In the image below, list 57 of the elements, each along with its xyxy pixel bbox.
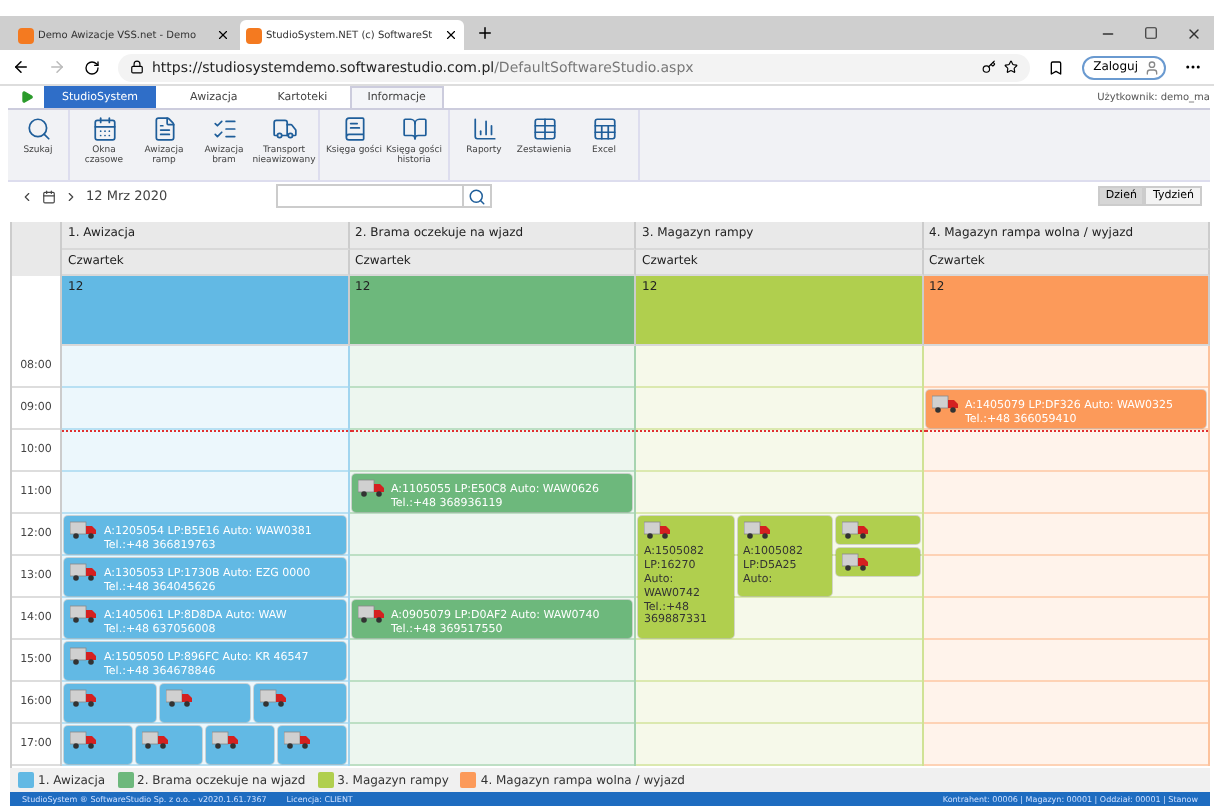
truck-icon — [931, 394, 959, 414]
book-icon — [341, 116, 367, 142]
favorites-icon[interactable] — [1047, 59, 1064, 75]
search-icon — [25, 116, 51, 142]
truck-icon — [165, 688, 193, 708]
appointment-card[interactable] — [254, 684, 345, 722]
appointment-card[interactable] — [206, 726, 274, 764]
truck-icon — [842, 520, 870, 540]
appointment-card[interactable] — [64, 726, 132, 764]
avatar-icon — [1144, 59, 1160, 75]
bar-chart-icon — [471, 116, 497, 142]
close-icon[interactable] — [444, 28, 458, 42]
truck-icon — [260, 688, 288, 708]
truck-icon — [644, 520, 672, 540]
appointment-card[interactable] — [64, 684, 155, 722]
truck-icon — [70, 520, 98, 540]
truck-icon — [70, 562, 98, 582]
truck-icon — [141, 730, 170, 750]
table-icon — [531, 116, 557, 142]
appointment-card[interactable] — [836, 516, 919, 544]
truck-icon — [70, 688, 98, 708]
truck-icon — [70, 646, 98, 666]
open-book-icon — [401, 116, 427, 142]
new-tab-icon[interactable] — [476, 24, 494, 42]
document-icon — [151, 116, 177, 142]
site-logo-icon — [18, 27, 34, 43]
truck-icon — [271, 116, 297, 142]
truck-icon — [357, 604, 385, 624]
appointment-card[interactable] — [159, 684, 250, 722]
play-icon[interactable] — [20, 90, 34, 104]
truck-icon — [70, 604, 98, 624]
list-icon — [211, 116, 237, 142]
search-button[interactable] — [461, 186, 490, 206]
appointment-card[interactable] — [135, 726, 203, 764]
maximize-icon[interactable] — [1144, 26, 1158, 40]
star-icon[interactable] — [1003, 60, 1018, 74]
key-icon[interactable] — [981, 60, 996, 74]
appointment-card[interactable] — [836, 548, 919, 576]
site-logo-icon — [246, 27, 262, 43]
next-icon[interactable] — [64, 189, 78, 203]
lock-icon — [130, 60, 144, 74]
spreadsheet-icon — [591, 116, 617, 142]
back-icon[interactable] — [12, 58, 30, 76]
truck-icon — [70, 730, 98, 750]
previous-icon[interactable] — [20, 189, 34, 203]
truck-icon — [283, 730, 312, 750]
calendar-icon[interactable] — [42, 189, 56, 203]
truck-icon — [743, 520, 771, 540]
appointment-card[interactable] — [277, 726, 345, 764]
truck-icon — [842, 552, 870, 572]
calendar-icon — [91, 116, 117, 142]
refresh-icon[interactable] — [84, 59, 100, 75]
truck-icon — [212, 730, 241, 750]
close-icon[interactable] — [1186, 25, 1202, 41]
truck-icon — [357, 478, 385, 498]
search-field[interactable] — [275, 184, 492, 208]
close-icon[interactable] — [216, 28, 230, 42]
